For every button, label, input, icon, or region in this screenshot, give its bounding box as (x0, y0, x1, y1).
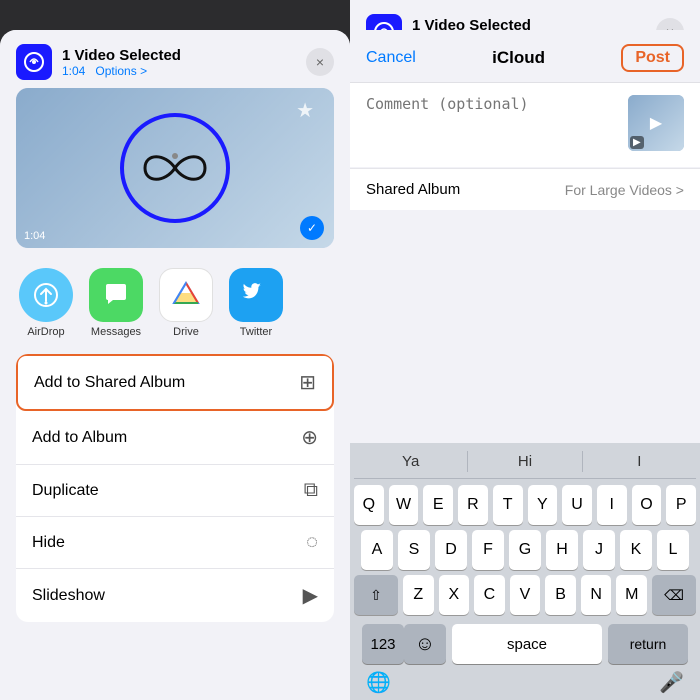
predictive-ya[interactable]: Ya (354, 451, 468, 472)
key-z[interactable]: Z (403, 575, 434, 615)
slideshow-label: Slideshow (32, 587, 105, 605)
delete-key[interactable]: ⌫ (652, 575, 696, 615)
key-row-1: Q W E R T Y U I O P (354, 485, 696, 525)
album-value: For Large Videos > (565, 182, 684, 198)
duplicate-label: Duplicate (32, 482, 99, 500)
drive-icon (159, 268, 213, 322)
mic-icon[interactable]: 🎤 (659, 670, 684, 695)
key-q[interactable]: Q (354, 485, 384, 525)
key-t[interactable]: T (493, 485, 523, 525)
messages-label: Messages (91, 326, 141, 338)
key-row-2: A S D F G H J K L (354, 530, 696, 570)
video-inner: ★ ✓ 1:04 (16, 88, 334, 248)
share-sheet: 1 Video Selected 1:04 Options > × (0, 30, 350, 700)
key-i[interactable]: I (597, 485, 627, 525)
key-e[interactable]: E (423, 485, 453, 525)
key-m[interactable]: M (616, 575, 647, 615)
space-key[interactable]: space (452, 624, 602, 664)
share-drive[interactable]: Drive (156, 268, 216, 338)
video-check: ✓ (300, 216, 324, 240)
predictive-i[interactable]: I (583, 451, 696, 472)
key-c[interactable]: C (474, 575, 505, 615)
thumb-video-badge: ▶ (630, 136, 644, 149)
sheet-subtitle: 1:04 Options > (62, 64, 306, 78)
slideshow-icon: ▶ (303, 583, 318, 608)
icloud-title: iCloud (416, 48, 622, 68)
icloud-album-row[interactable]: Shared Album For Large Videos > (350, 168, 700, 210)
icloud-cancel-button[interactable]: Cancel (366, 49, 416, 67)
share-twitter[interactable]: Twitter (226, 268, 286, 338)
add-album-item[interactable]: Add to Album ⊕ (16, 411, 334, 465)
key-s[interactable]: S (398, 530, 430, 570)
sheet-title: 1 Video Selected (62, 47, 306, 64)
right-panel: 1 Video Selected 1:04 Options > × ✓ 1:04… (350, 0, 700, 700)
icloud-content: ▶ ▶ (350, 83, 700, 167)
key-p[interactable]: P (666, 485, 696, 525)
key-r[interactable]: R (458, 485, 488, 525)
add-album-icon: ⊕ (301, 425, 318, 450)
album-label: Shared Album (366, 181, 460, 198)
close-button[interactable]: × (306, 48, 334, 76)
action-list: Add to Shared Album ⊞ Add to Album ⊕ Dup… (16, 354, 334, 622)
key-l[interactable]: L (657, 530, 689, 570)
hide-label: Hide (32, 534, 65, 552)
airdrop-label: AirDrop (27, 326, 64, 338)
shift-key[interactable]: ⇧ (354, 575, 398, 615)
duplicate-item[interactable]: Duplicate ⧉ (16, 465, 334, 517)
comment-input[interactable] (366, 95, 616, 155)
video-thumbnail: ▶ ▶ (628, 95, 684, 151)
keyboard: Ya Hi I Q W E R T Y U I O P A S D (350, 443, 700, 700)
key-k[interactable]: K (620, 530, 652, 570)
video-preview: ★ ✓ 1:04 (16, 88, 334, 248)
predictive-hi[interactable]: Hi (468, 451, 582, 472)
key-n[interactable]: N (581, 575, 612, 615)
key-u[interactable]: U (562, 485, 592, 525)
emoji-key[interactable]: ☺ (404, 624, 446, 664)
twitter-label: Twitter (240, 326, 272, 338)
key-x[interactable]: X (439, 575, 470, 615)
share-messages[interactable]: Messages (86, 268, 146, 338)
slideshow-item[interactable]: Slideshow ▶ (16, 569, 334, 622)
add-album-label: Add to Album (32, 429, 127, 447)
key-j[interactable]: J (583, 530, 615, 570)
icloud-overlay: Cancel iCloud Post ▶ ▶ Shared Album For … (350, 30, 700, 700)
drive-label: Drive (173, 326, 199, 338)
add-shared-album-label: Add to Shared Album (34, 374, 185, 392)
key-a[interactable]: A (361, 530, 393, 570)
num-key[interactable]: 123 (362, 624, 404, 664)
app-icon (16, 44, 52, 80)
video-timestamp: 1:04 (24, 230, 45, 242)
key-f[interactable]: F (472, 530, 504, 570)
key-o[interactable]: O (632, 485, 662, 525)
twitter-icon (229, 268, 283, 322)
key-b[interactable]: B (545, 575, 576, 615)
airdrop-icon (19, 268, 73, 322)
key-g[interactable]: G (509, 530, 541, 570)
predictive-row: Ya Hi I (354, 449, 696, 479)
icloud-post-button[interactable]: Post (621, 44, 684, 72)
key-d[interactable]: D (435, 530, 467, 570)
key-y[interactable]: Y (528, 485, 558, 525)
globe-icon[interactable]: 🌐 (366, 670, 391, 695)
key-w[interactable]: W (389, 485, 419, 525)
return-key[interactable]: return (608, 624, 688, 664)
keyboard-bottom-row: 123 ☺ space return (354, 620, 696, 666)
messages-icon (89, 268, 143, 322)
sheet-header: 1 Video Selected 1:04 Options > × (0, 30, 350, 88)
hide-item[interactable]: Hide ◌ (16, 517, 334, 569)
add-shared-album-item[interactable]: Add to Shared Album ⊞ (16, 354, 334, 411)
hide-icon: ◌ (306, 531, 318, 554)
key-v[interactable]: V (510, 575, 541, 615)
header-text: 1 Video Selected 1:04 Options > (62, 47, 306, 78)
video-circle (120, 113, 230, 223)
key-h[interactable]: H (546, 530, 578, 570)
share-airdrop[interactable]: AirDrop (16, 268, 76, 338)
shared-album-icon: ⊞ (299, 370, 316, 395)
share-apps-row: AirDrop Messages (0, 260, 350, 350)
duplicate-icon: ⧉ (304, 479, 318, 502)
left-panel: 1 Video Selected 1:04 Options > × (0, 0, 350, 700)
key-row-3: ⇧ Z X C V B N M ⌫ (354, 575, 696, 615)
